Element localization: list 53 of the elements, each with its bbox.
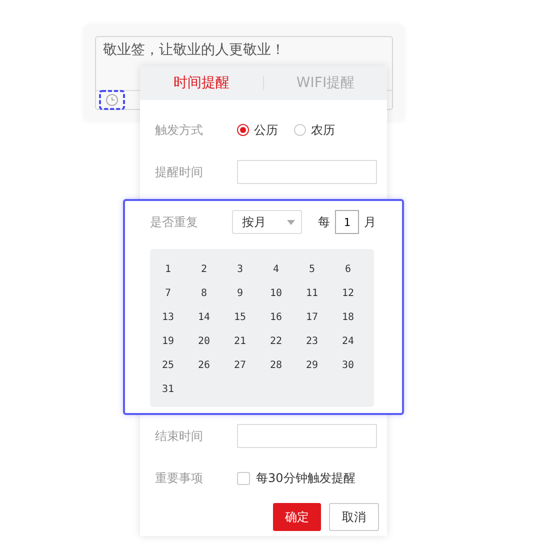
day-item[interactable]: 24 (330, 329, 366, 353)
radio-icon[interactable] (237, 124, 249, 136)
field-label: 提醒时间 (155, 164, 204, 180)
day-item[interactable]: 14 (186, 305, 222, 329)
input-field[interactable] (237, 424, 377, 448)
day-item[interactable]: 12 (330, 281, 366, 305)
input-field[interactable] (237, 160, 377, 184)
day-item[interactable]: 20 (186, 329, 222, 353)
cancel-button[interactable]: 取消 (329, 503, 379, 531)
day-item[interactable]: 21 (222, 329, 258, 353)
repeat-select[interactable]: 按月 (232, 210, 302, 234)
field-label: 触发方式 (155, 122, 204, 138)
field-label: 结束时间 (155, 428, 204, 444)
day-item[interactable]: 11 (294, 281, 330, 305)
day-item[interactable]: 27 (222, 353, 258, 377)
every-label: 每 (318, 214, 330, 230)
interval-field[interactable]: 1 (335, 210, 359, 234)
unit-label: 月 (364, 214, 376, 230)
confirm-button[interactable]: 确定 (273, 503, 321, 531)
day-item[interactable]: 31 (150, 377, 186, 401)
day-item[interactable]: 3 (222, 257, 258, 281)
day-item[interactable]: 28 (258, 353, 294, 377)
tab[interactable]: 时间提醒 (140, 74, 263, 92)
checkbox-label: 每30分钟触发提醒 (256, 470, 356, 486)
day-item[interactable]: 16 (258, 305, 294, 329)
day-item[interactable]: 13 (150, 305, 186, 329)
checkbox[interactable] (237, 472, 250, 484)
day-item[interactable]: 10 (258, 281, 294, 305)
field-label: 重要事项 (155, 470, 204, 486)
day-item[interactable]: 25 (150, 353, 186, 377)
calendar-radio[interactable]: 农历 (294, 122, 335, 138)
day-item[interactable]: 1 (150, 257, 186, 281)
day-item[interactable]: 4 (258, 257, 294, 281)
day-item[interactable]: 30 (330, 353, 366, 377)
day-item[interactable]: 5 (294, 257, 330, 281)
day-item[interactable]: 15 (222, 305, 258, 329)
day-item[interactable]: 19 (150, 329, 186, 353)
day-item[interactable]: 2 (186, 257, 222, 281)
day-item[interactable]: 18 (330, 305, 366, 329)
day-item[interactable]: 29 (294, 353, 330, 377)
calendar-radio[interactable]: 公历 (237, 122, 278, 138)
day-item[interactable]: 22 (258, 329, 294, 353)
day-item[interactable]: 9 (222, 281, 258, 305)
clock-icon[interactable] (99, 90, 125, 110)
day-item[interactable]: 17 (294, 305, 330, 329)
field-label: 是否重复 (150, 214, 199, 230)
day-item[interactable]: 6 (330, 257, 366, 281)
day-item[interactable]: 23 (294, 329, 330, 353)
note-text: 敬业签，让敬业的人更敬业！ (103, 41, 285, 59)
caret-icon (287, 220, 295, 224)
day-item[interactable]: 8 (186, 281, 222, 305)
day-item[interactable]: 7 (150, 281, 186, 305)
day-item[interactable]: 26 (186, 353, 222, 377)
